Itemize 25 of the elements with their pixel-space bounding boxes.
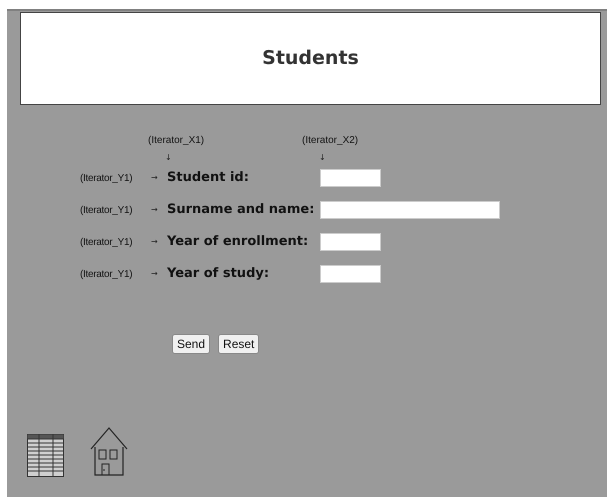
- arrow-glyph: →: [151, 172, 159, 184]
- field-label: Year of enrollment:: [167, 233, 310, 252]
- input-field[interactable]: [320, 169, 381, 187]
- iterator-label: (Iterator_Y1): [80, 268, 134, 282]
- iterator-label: (Iterator_Y1): [80, 204, 134, 218]
- arrow-glyph: →: [151, 236, 159, 248]
- house-icon[interactable]: [90, 427, 128, 477]
- arrow-glyph: ↓: [319, 152, 326, 164]
- send-button[interactable]: Send: [172, 334, 210, 354]
- iterator-label: (Iterator_X2): [302, 134, 358, 148]
- arrow-glyph: →: [151, 268, 159, 280]
- field-label: Surname and name:: [167, 201, 316, 220]
- iterator-label: (Iterator_X1): [148, 134, 206, 148]
- arrow-glyph: →: [151, 204, 159, 216]
- iterator-label: (Iterator_Y1): [80, 236, 134, 250]
- field-label: Student id:: [167, 169, 250, 188]
- input-field[interactable]: [320, 265, 381, 283]
- page-title: Students: [262, 46, 359, 72]
- iterator-label: (Iterator_Y1): [80, 172, 134, 186]
- input-field[interactable]: [320, 233, 381, 251]
- input-field[interactable]: [320, 201, 500, 219]
- field-label: Year of study:: [167, 265, 270, 284]
- arrow-glyph: ↓: [165, 152, 173, 164]
- table-icon[interactable]: [27, 434, 64, 477]
- reset-button[interactable]: Reset: [218, 334, 260, 354]
